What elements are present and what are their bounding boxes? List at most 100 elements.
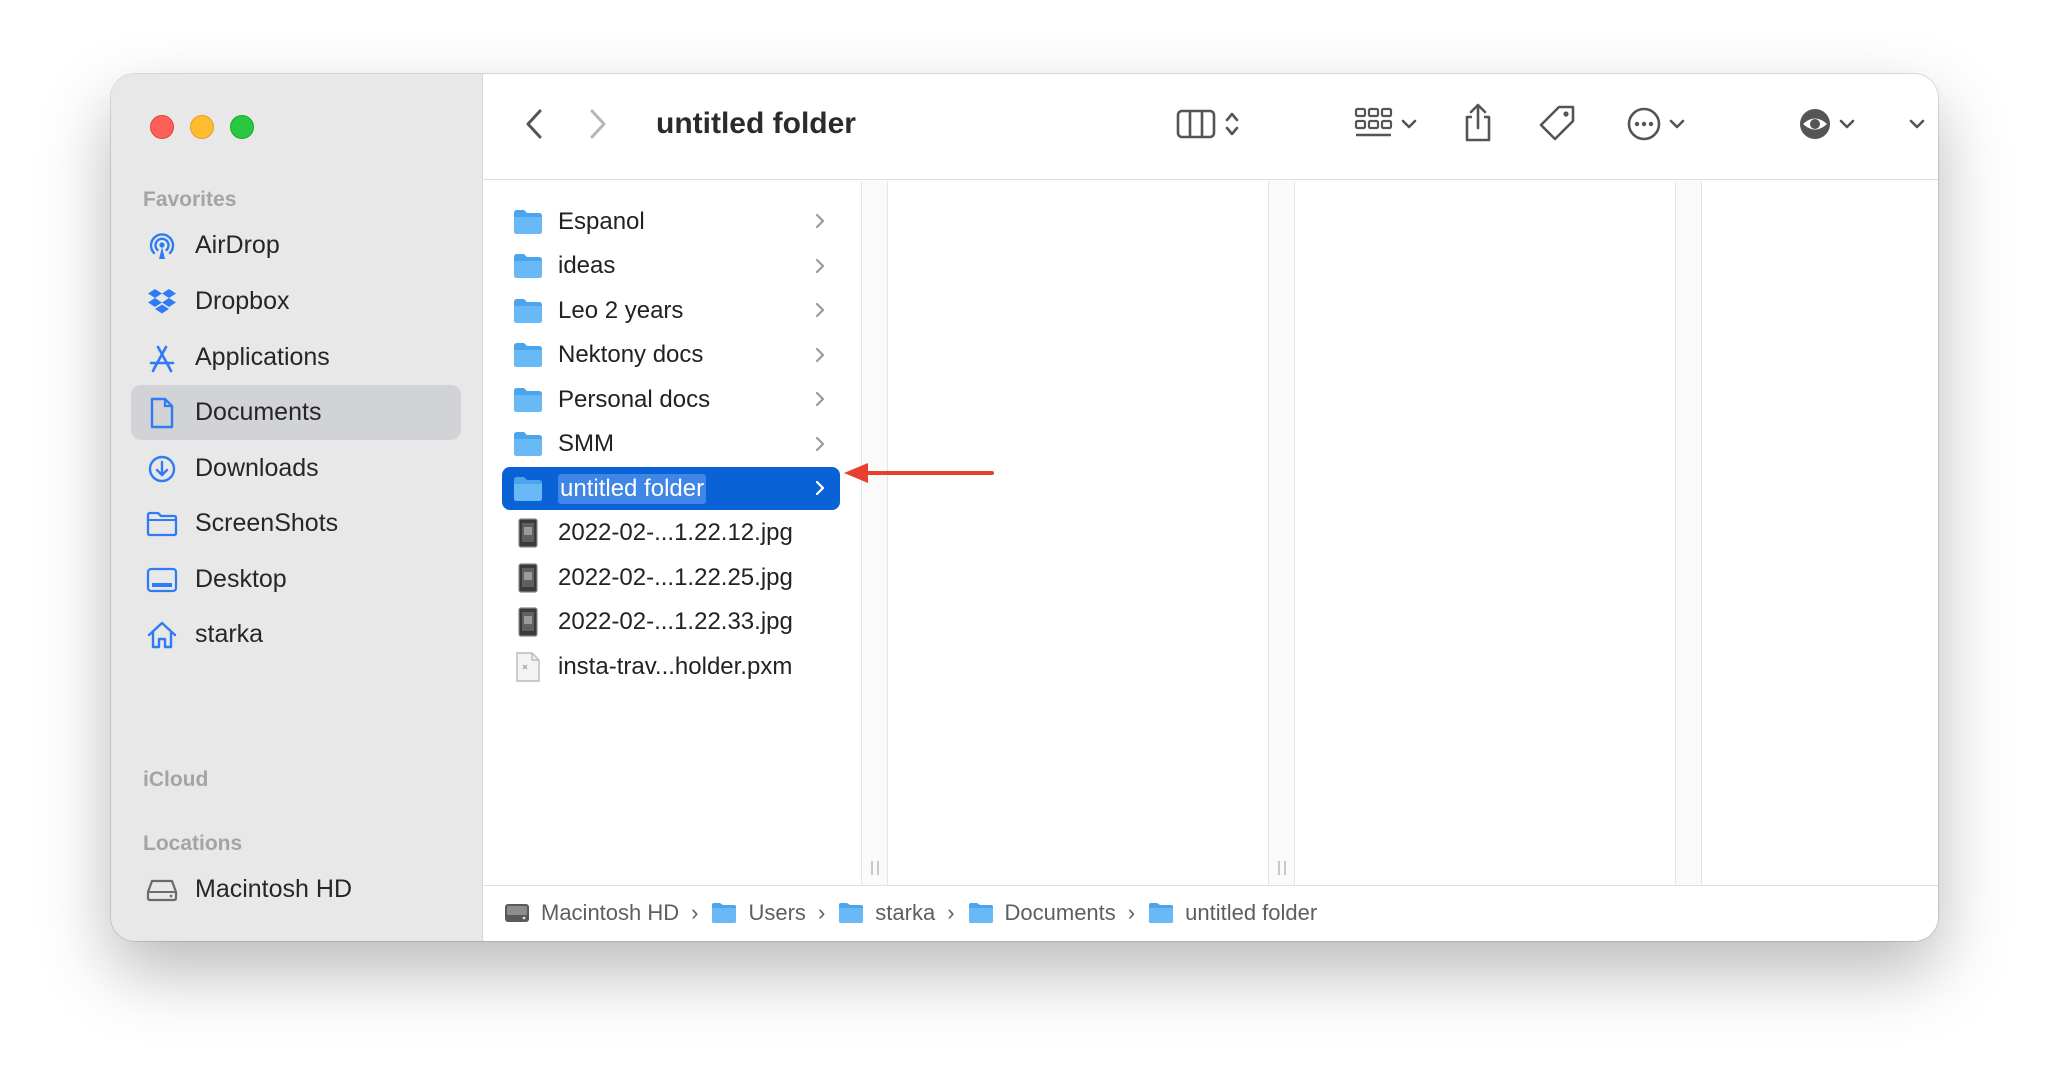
folder-icon bbox=[145, 507, 179, 541]
path-bar: Macintosh HD › Users › starka › Documents › unti… bbox=[483, 885, 1938, 941]
folder-row[interactable]: untitled folder bbox=[502, 467, 840, 510]
sidebar-item-macintosh-hd[interactable]: Macintosh HD bbox=[131, 862, 461, 917]
sidebar-item-downloads[interactable]: Downloads bbox=[131, 441, 461, 496]
folder-icon bbox=[512, 206, 544, 238]
share-button[interactable] bbox=[1458, 100, 1498, 150]
file-row[interactable]: 2022-02-...1.22.33.jpg bbox=[502, 601, 840, 644]
breadcrumb-separator: › bbox=[1127, 900, 1136, 925]
drive-icon bbox=[145, 873, 179, 907]
sidebar-item-applications[interactable]: Applications bbox=[131, 330, 461, 385]
forward-button[interactable] bbox=[583, 106, 613, 146]
back-button[interactable] bbox=[519, 106, 549, 146]
sidebar-item-label: Dropbox bbox=[195, 287, 290, 315]
finder-window: Favorites AirDrop Dropbox Applications D… bbox=[111, 74, 1938, 941]
annotation-arrow-icon bbox=[844, 463, 994, 483]
sidebar-item-label: Documents bbox=[195, 398, 322, 426]
tag-button[interactable] bbox=[1535, 102, 1579, 148]
breadcrumb: Macintosh HD › Users › starka › Documents › unti… bbox=[503, 900, 1317, 926]
chevron-down-icon bbox=[1668, 117, 1686, 135]
column-resize-handle[interactable] bbox=[1675, 181, 1702, 885]
sidebar-item-label: starka bbox=[195, 620, 264, 648]
folder-icon bbox=[512, 339, 544, 371]
file-name: ideas bbox=[558, 252, 616, 279]
image-file-icon bbox=[512, 562, 544, 594]
chevron-down-icon bbox=[1908, 117, 1926, 135]
tag-icon bbox=[1537, 103, 1577, 148]
folder-row[interactable]: Espanol bbox=[502, 200, 840, 243]
file-row[interactable]: 2022-02-...1.22.25.jpg bbox=[502, 556, 840, 599]
sidebar-item-label: Downloads bbox=[195, 454, 319, 482]
file-name: Nektony docs bbox=[558, 341, 704, 368]
more-actions-button[interactable] bbox=[1619, 104, 1693, 148]
breadcrumb-label: Documents bbox=[1004, 900, 1116, 925]
view-mode-button[interactable] bbox=[1168, 104, 1248, 148]
file-row[interactable]: 2022-02-...1.22.12.jpg bbox=[502, 512, 840, 555]
download-icon bbox=[145, 452, 179, 486]
folder-icon bbox=[512, 295, 544, 327]
section-title-icloud[interactable]: iCloud bbox=[143, 768, 208, 792]
breadcrumb-separator: › bbox=[691, 900, 699, 925]
breadcrumb-item[interactable]: Users bbox=[710, 900, 806, 926]
file-name: Leo 2 years bbox=[558, 296, 684, 324]
sidebar-item-starka[interactable]: starka bbox=[131, 607, 461, 662]
file-row[interactable]: insta-trav...holder.pxm bbox=[502, 645, 840, 688]
breadcrumb-separator: › bbox=[947, 900, 955, 925]
airdrop-icon bbox=[145, 229, 179, 263]
drive-icon bbox=[503, 900, 531, 926]
preview-button[interactable] bbox=[1793, 104, 1861, 148]
share-icon bbox=[1462, 102, 1494, 149]
sidebar-item-label: Desktop bbox=[195, 565, 287, 593]
close-button[interactable] bbox=[150, 115, 174, 139]
applications-icon bbox=[145, 341, 179, 375]
breadcrumb-item[interactable]: starka bbox=[837, 900, 935, 926]
breadcrumb-item[interactable]: untitled folder bbox=[1147, 900, 1317, 926]
columns-view-icon bbox=[1176, 108, 1218, 145]
sidebar-item-label: Macintosh HD bbox=[195, 875, 352, 903]
image-file-icon bbox=[512, 606, 544, 638]
overflow-button[interactable] bbox=[1903, 114, 1931, 138]
breadcrumb-label: untitled folder bbox=[1185, 900, 1318, 925]
desktop-icon bbox=[145, 563, 179, 597]
group-button[interactable] bbox=[1345, 104, 1427, 148]
ellipsis-circle-icon bbox=[1626, 106, 1662, 147]
folder-row[interactable]: Nektony docs bbox=[502, 334, 840, 377]
folder-icon bbox=[1147, 900, 1175, 926]
folder-row[interactable]: Personal docs bbox=[502, 378, 840, 421]
document-icon bbox=[145, 396, 179, 430]
window-title: untitled folder bbox=[656, 107, 856, 140]
sidebar-item-dropbox[interactable]: Dropbox bbox=[131, 274, 461, 329]
section-title-locations[interactable]: Locations bbox=[143, 832, 242, 856]
sidebar-item-label: ScreenShots bbox=[195, 509, 339, 537]
sidebar-item-airdrop[interactable]: AirDrop bbox=[131, 218, 461, 273]
column-resize-handle[interactable] bbox=[1268, 181, 1295, 885]
folder-row[interactable]: SMM bbox=[502, 423, 840, 466]
breadcrumb-label: starka bbox=[875, 900, 936, 925]
file-name: Personal docs bbox=[558, 385, 711, 413]
chevron-left-icon bbox=[525, 108, 543, 145]
file-name: 2022-02-...1.22.33.jpg bbox=[558, 608, 793, 635]
zoom-button[interactable] bbox=[230, 115, 254, 139]
sidebar-item-label: Applications bbox=[195, 343, 330, 371]
column-resize-handle[interactable] bbox=[861, 181, 888, 885]
sidebar-item-screenshots[interactable]: ScreenShots bbox=[131, 496, 461, 551]
toolbar: untitled folder bbox=[483, 74, 1938, 180]
chevron-down-icon bbox=[1400, 117, 1418, 135]
folder-icon bbox=[512, 428, 544, 460]
breadcrumb-label: Users bbox=[748, 900, 806, 925]
file-name: insta-trav...holder.pxm bbox=[558, 652, 793, 680]
minimize-button[interactable] bbox=[190, 115, 214, 139]
breadcrumb-item[interactable]: Macintosh HD bbox=[503, 900, 679, 926]
breadcrumb-separator: › bbox=[817, 900, 826, 925]
folder-row[interactable]: ideas bbox=[502, 245, 840, 288]
file-name: SMM bbox=[558, 430, 614, 457]
home-icon bbox=[145, 618, 179, 652]
dropbox-icon bbox=[145, 285, 179, 319]
document-file-icon bbox=[512, 651, 544, 683]
sidebar: Favorites AirDrop Dropbox Applications D… bbox=[111, 74, 483, 941]
sidebar-item-desktop[interactable]: Desktop bbox=[131, 552, 461, 607]
breadcrumb-label: Macintosh HD bbox=[541, 900, 680, 925]
folder-row[interactable]: Leo 2 years bbox=[502, 289, 840, 332]
breadcrumb-item[interactable]: Documents bbox=[967, 900, 1116, 926]
folder-icon bbox=[967, 900, 995, 926]
sidebar-item-documents[interactable]: Documents bbox=[131, 385, 461, 440]
